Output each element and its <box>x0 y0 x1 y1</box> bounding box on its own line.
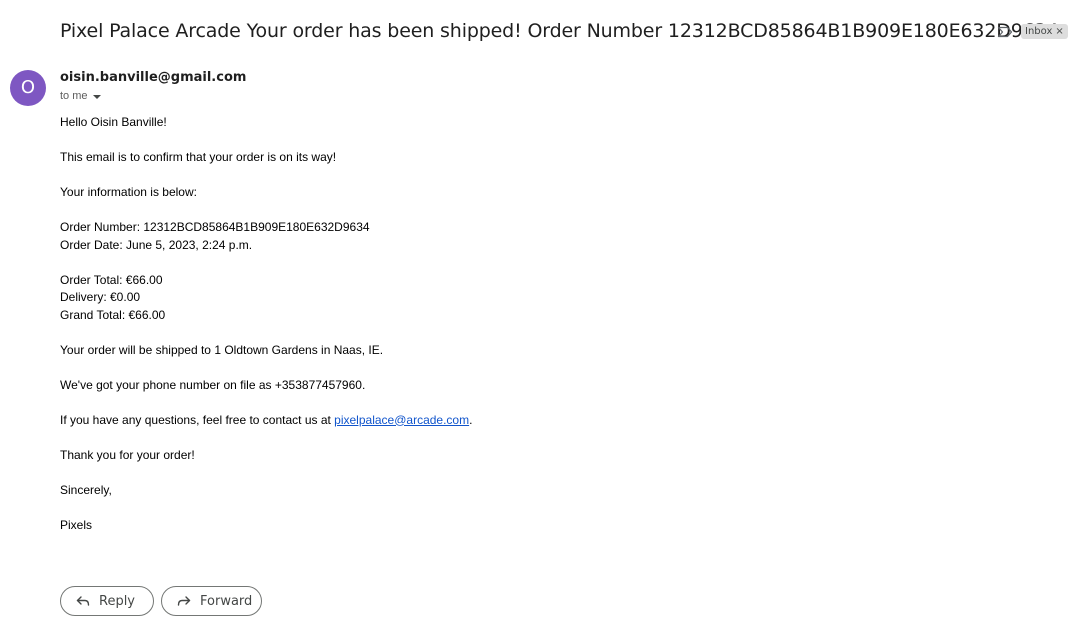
reply-label: Reply <box>99 593 136 609</box>
signature-text: Pixels <box>60 517 93 532</box>
signoff-text: Sincerely, <box>60 482 112 497</box>
email-body: Hello Oisin Banville! This email is to c… <box>60 114 1040 552</box>
contact-email-link[interactable]: pixelpalace@arcade.com <box>334 413 469 427</box>
thanks-text: Thank you for your order! <box>60 447 195 462</box>
shipping-address-text: Your order will be shipped to 1 Oldtown … <box>60 342 384 357</box>
forward-label: Forward <box>200 593 253 609</box>
confirmation-text: This email is to confirm that your order… <box>60 150 337 164</box>
forward-button[interactable]: Forward <box>161 586 262 616</box>
sender-avatar[interactable]: O <box>10 70 46 106</box>
greeting: Hello Oisin Banville! <box>60 115 167 129</box>
sender-address[interactable]: oisin.banville@gmail.com <box>60 70 246 85</box>
email-subject: Pixel Palace Arcade Your order has been … <box>60 20 1059 42</box>
recipient-details: to me <box>60 90 101 102</box>
contact-prefix: If you have any questions, feel free to … <box>60 412 335 427</box>
order-totals: Order Total: €66.00 Delivery: €0.00 Gran… <box>60 272 1040 325</box>
delivery-cost: Delivery: €0.00 <box>60 290 141 304</box>
order-total: Order Total: €66.00 <box>60 272 163 287</box>
inbox-label-chip: Inbox × <box>1021 24 1068 39</box>
reply-arrow-icon <box>76 596 90 606</box>
contact-text: If you have any questions, feel free to … <box>60 412 1040 430</box>
forward-arrow-icon <box>177 596 191 606</box>
show-details-caret-icon[interactable] <box>92 95 101 99</box>
phone-text: We've got your phone number on file as +… <box>60 377 366 392</box>
message-actions: Reply Forward <box>60 586 262 616</box>
label-chip-text: Inbox <box>1025 26 1053 37</box>
order-number: Order Number: 12312BCD85864B1B909E180E63… <box>60 220 370 234</box>
grand-total: Grand Total: €66.00 <box>60 307 166 322</box>
reply-button[interactable]: Reply <box>60 586 154 616</box>
recipient-text: to me <box>60 90 88 102</box>
order-date: Order Date: June 5, 2023, 2:24 p.m. <box>60 237 253 252</box>
info-intro: Your information is below: <box>60 185 197 199</box>
remove-label-icon[interactable]: × <box>1055 24 1063 39</box>
contact-suffix: . <box>469 412 473 427</box>
order-details: Order Number: 12312BCD85864B1B909E180E63… <box>60 219 1040 254</box>
important-marker-icon[interactable] <box>997 26 1013 38</box>
